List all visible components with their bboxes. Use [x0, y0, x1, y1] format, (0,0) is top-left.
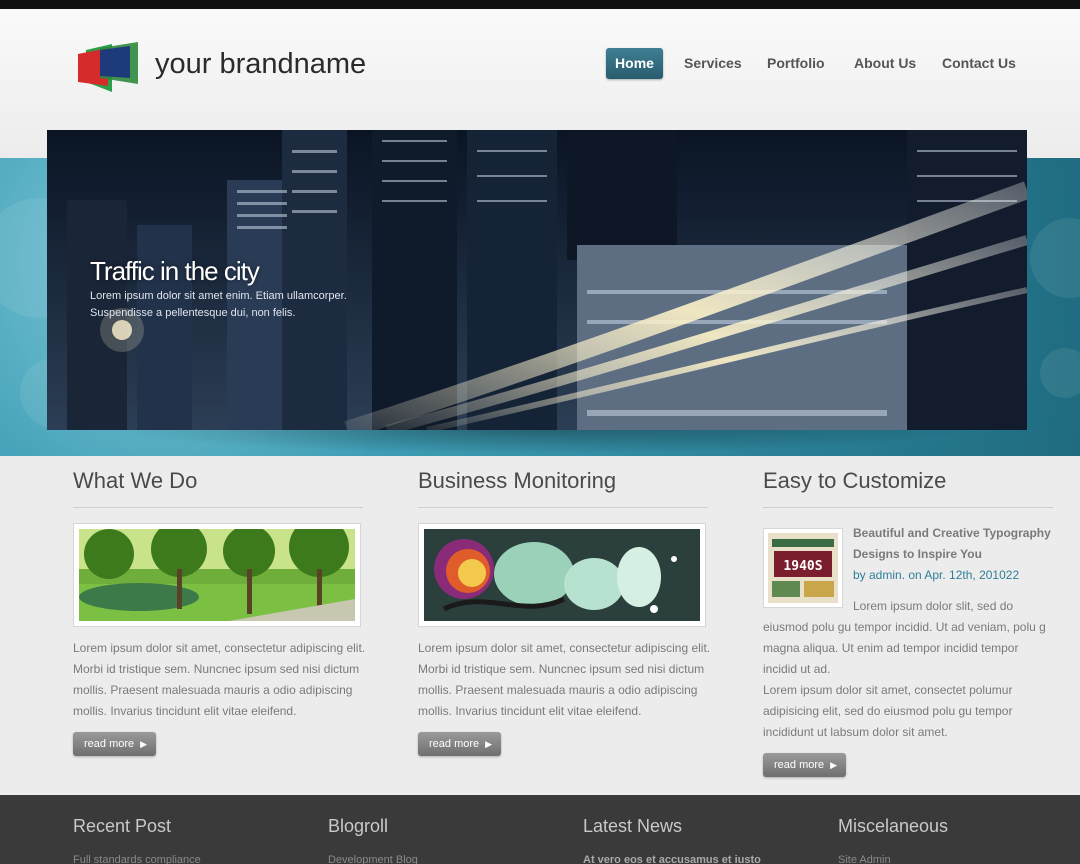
hero-title: Traffic in the city	[90, 256, 260, 286]
what-we-do-title: What We Do	[73, 468, 198, 493]
nav-home[interactable]: Home	[606, 48, 663, 79]
footer-recent-post-link[interactable]: Full standards compliance	[73, 854, 201, 864]
footer-miscelaneous-title: Miscelaneous	[838, 816, 949, 836]
nav-portfolio[interactable]: Portfolio	[767, 48, 825, 79]
chevron-right-icon: ▶	[830, 760, 837, 770]
divider	[763, 507, 1053, 508]
customize-text-2: Lorem ipsum dolor sit amet, consectet po…	[763, 683, 1013, 739]
chevron-right-icon: ▶	[140, 739, 147, 749]
customize-read-more-button[interactable]: read more ▶	[763, 753, 846, 777]
what-we-do-read-more-button[interactable]: read more ▶	[73, 732, 156, 756]
business-monitoring-text: Lorem ipsum dolor sit amet, consectetur …	[418, 641, 711, 718]
divider	[73, 507, 363, 508]
hero-subtitle-line-1: Lorem ipsum dolor sit amet enim. Etiam u…	[90, 290, 347, 302]
footer-latest-news-link[interactable]: At vero eos et accusamus et iusto	[583, 854, 761, 864]
divider	[418, 507, 708, 508]
what-we-do-image[interactable]	[73, 523, 361, 627]
read-more-label: read more	[429, 738, 480, 750]
typography-post-meta[interactable]: by admin. on Apr. 12th, 201022	[853, 565, 1019, 586]
top-bar	[0, 0, 1080, 9]
chevron-right-icon: ▶	[485, 739, 492, 749]
easy-to-customize-title: Easy to Customize	[763, 468, 947, 493]
what-we-do-text: Lorem ipsum dolor sit amet, consectetur …	[73, 641, 366, 718]
footer-latest-news-title: Latest News	[583, 816, 683, 836]
footer-blogroll-link[interactable]: Development Blog	[328, 854, 418, 864]
brand-name[interactable]: your brandname	[155, 48, 366, 81]
customize-text: Lorem ipsum dolor slit, sed do eiusmod p…	[763, 599, 1046, 676]
svg-text:1940S: 1940S	[783, 559, 822, 574]
business-monitoring-title: Business Monitoring	[418, 468, 617, 493]
hero-shadow	[100, 428, 980, 454]
footer-recent-post-title: Recent Post	[73, 816, 172, 836]
footer-misc-link[interactable]: Site Admin	[838, 854, 891, 864]
business-monitoring-image[interactable]	[418, 523, 706, 627]
hero-slider[interactable]: Traffic in the city Lorem ipsum dolor si…	[47, 130, 1027, 430]
typography-post-title[interactable]: Beautiful and Creative Typography Design…	[853, 523, 1053, 565]
read-more-label: read more	[774, 759, 825, 771]
brand-logo-icon[interactable]	[78, 42, 140, 94]
nav-contact-us[interactable]: Contact Us	[942, 48, 1016, 79]
nav-services[interactable]: Services	[684, 48, 742, 79]
footer-blogroll-title: Blogroll	[328, 816, 389, 836]
nav-about-us[interactable]: About Us	[854, 48, 916, 79]
read-more-label: read more	[84, 738, 135, 750]
business-monitoring-read-more-button[interactable]: read more ▶	[418, 732, 501, 756]
hero-subtitle-line-2: Suspendisse a pellentesque dui, non feli…	[90, 307, 296, 319]
